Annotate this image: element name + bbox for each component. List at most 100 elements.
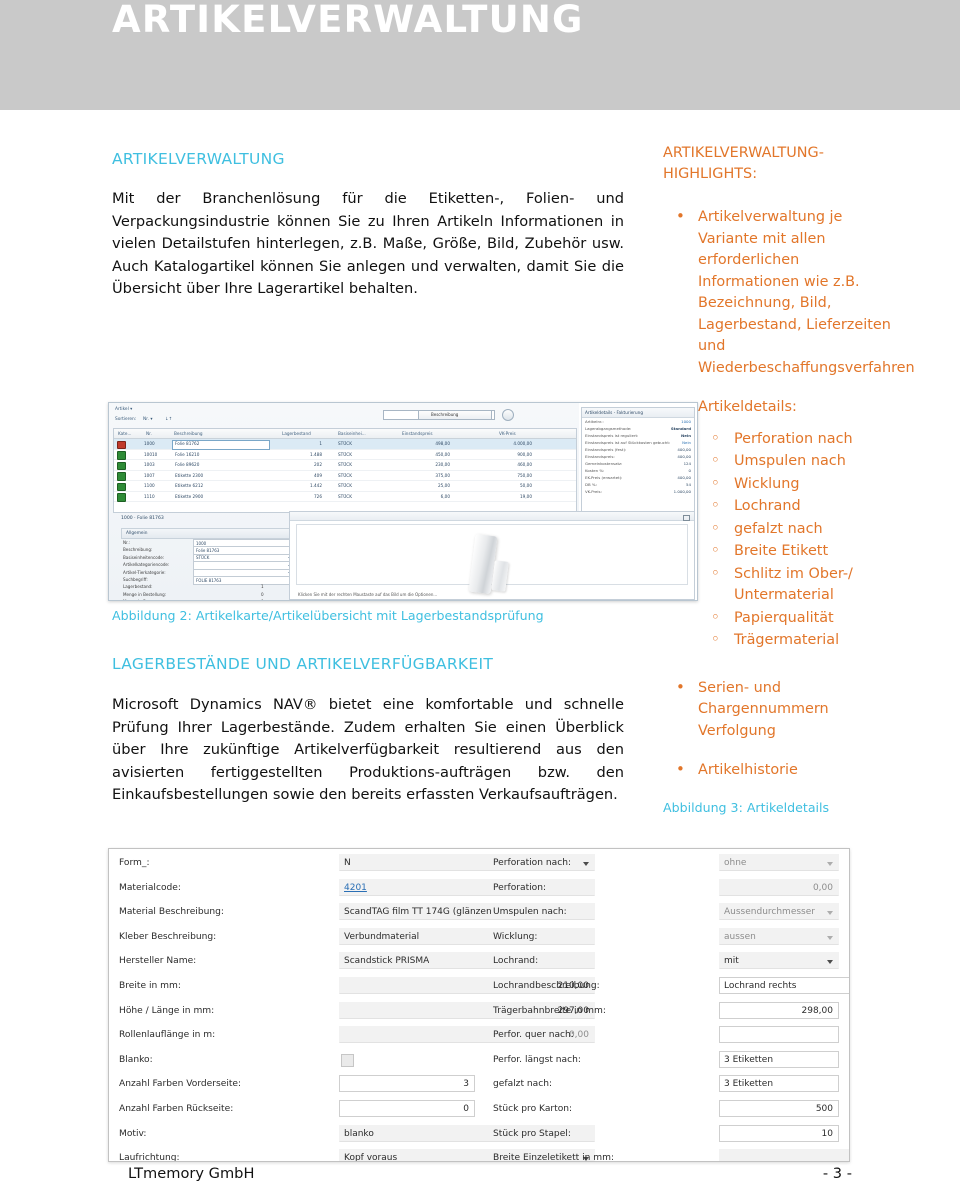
field-value: mit [724,956,739,967]
field-perfor-quer-nach[interactable] [719,1026,839,1044]
sub-item-perforation-nach: Perforation nach [698,428,899,451]
figure2-tab-label: Allgemein [126,530,148,536]
label-lochrand: Lochrand: [493,956,539,967]
field-value: aussen [724,931,756,942]
cell-nr: 1110 [144,493,155,499]
table-row[interactable]: 1003 Folie 89620 202 STÜCK 230,00 460,00 [114,460,576,471]
cell-einstandspreis: 498,00 [435,441,450,446]
field-value: Aussendurchmesser [724,907,815,918]
table-row[interactable]: 1110 Etikette 2900 726 STÜCK 6,00 19,00 [114,492,576,502]
figure2-factbox-row: Lagerabgangsmethode: Standard [582,425,694,432]
cell-vkpreis: 19,00 [520,493,532,499]
figure2-help-icon[interactable] [502,409,514,421]
field-lochrandbeschreibung[interactable]: Lochrand rechts [719,976,849,994]
highlight-item-3: Serien- und Chargennummern Verfolgung [663,677,899,743]
factbox-label: Artikelnr.: [585,418,604,424]
factbox-label: Einstandspreis ist reguliert: [585,432,639,438]
figure2-factbox-row: Kosten %: 0 [582,467,694,474]
figure2-factbox-fakturierung: Artikeldetails - Fakturierung Artikelnr.… [581,407,695,513]
form-row-perfor-laengst-nach: Perfor. längst nach: 3 Etiketten [491,1050,843,1075]
form-row-gefalzt-nach: gefalzt nach: 3 Etiketten [491,1074,843,1099]
field-farben-vorderseite[interactable]: 3 [339,1075,475,1093]
figure2-caption: Abbildung 2: Artikelkarte/Artikelübersic… [112,608,544,623]
cell-einstandspreis: 450,00 [435,451,450,457]
field-perforation-nach[interactable]: ohne [719,854,839,871]
factbox-label: Einstandspreis (fest): [585,446,627,452]
table-row[interactable]: 1100 Etikette 6212 1.442 STÜCK 25,00 50,… [114,481,576,492]
field-value: Lochrand rechts [724,980,797,991]
label-hoehe-laenge-mm: Höhe / Länge in mm: [119,1005,215,1016]
figure2-record-caption: 1000 · Folie 81763 [121,516,164,521]
field-farben-rueckseite[interactable]: 0 [339,1099,475,1117]
label-perforation-nach: Perforation nach: [493,858,572,868]
field-gefalzt-nach[interactable]: 3 Etiketten [719,1075,839,1093]
cell-lagerbestand: 1.442 [310,483,322,488]
figure2-search-field-dropdown[interactable]: Beschreibung [418,410,492,420]
figure2-sort-direction[interactable]: ↓↑ [165,417,172,422]
field-lochrand[interactable]: mit [719,952,839,970]
form-row-rollenlauflaenge: Rollenlauflänge in m: 0,00 [117,1025,595,1050]
form-row-wicklung: Wicklung: aussen [491,927,843,952]
label-perfor-laengst-nach: Perfor. längst nach: [493,1054,581,1065]
field-value: Kopf voraus [344,1153,398,1162]
field-value: 4201 [344,882,367,893]
cell-basiseinheit: STÜCK [338,493,352,499]
factbox-value: Nein [682,439,691,445]
figure2-factbox-row: Gemeinkostensatz: 124 [582,460,694,467]
cell-einstandspreis: 6,00 [440,493,450,499]
figure2-field-text: STÜCK [196,555,210,561]
figure2-picture-canvas [296,524,688,595]
form-row-perforation: Perforation: 0,00 [491,878,843,903]
cell-beschreibung: Etikette 2900 [175,493,204,499]
field-stueck-pro-karton[interactable]: 500 [719,1099,839,1117]
field-traegerbahnbreite[interactable]: 298,00 [719,1001,839,1019]
highlight-item-2-label: Artikeldetails: [698,399,797,415]
figure2-factbox-row: Einstandspreis (fest): 400,00 [582,446,694,453]
cell-einstandspreis: 25,00 [438,483,450,488]
figure2-field-label-artikelkategoriencode: Artikelkategoriencode: [123,562,170,568]
figure3-caption: Abbildung 3: Artikeldetails [663,799,830,815]
label-traegerbahnbreite: Trägerbahnbreite in mm: [493,1005,606,1016]
form-row-breite-einzeletikett: Breite Einzeletikett in mm: 0,00 [491,1148,849,1161]
field-breite-einzeletikett[interactable]: 0,00 [719,1149,849,1161]
sub-item-schlitz-ober-untermaterial: Schlitz im Ober-/ Untermaterial [698,563,899,607]
figure2-factbox-row: Artikelnr.: 1000 [582,418,694,425]
highlights-heading: ARTIKELVERWALTUNG-HIGHLIGHTS: [663,145,824,182]
label-blanko: Blanko: [119,1054,153,1065]
field-perfor-laengst-nach[interactable]: 3 Etiketten [719,1050,839,1068]
label-breite-mm: Breite in mm: [119,980,181,991]
table-row[interactable]: 10010 Folie 16210 1.488 STÜCK 450,00 900… [114,450,576,460]
table-row[interactable]: 1007 Etikette 2300 409 STÜCK 375,00 750,… [114,471,576,481]
figure2-picture-titlebar[interactable] [290,512,694,521]
right-column-highlights: ARTIKELVERWALTUNG-HIGHLIGHTS: Artikelver… [663,143,915,815]
cell-beschreibung: Folie 89620 [175,462,200,467]
field-stueck-pro-stapel[interactable]: 10 [719,1124,839,1142]
figure2-article-grid[interactable]: Kate... Nr. Beschreibung Lagerbestand Ba… [113,428,577,513]
cell-vkpreis: 900,00 [517,451,532,457]
left-column: ARTIKELVERWALTUNG Mit der Branchenlösung… [112,150,624,301]
cell-basiseinheit: STÜCK [338,472,352,478]
factbox-label: Einstandspreis ist auf Stückkosten gebuc… [585,439,671,445]
field-perforation[interactable]: 0,00 [719,878,839,896]
checkbox-blanko[interactable] [341,1053,354,1067]
label-lochrandbeschreibung: Lochrandbeschreibung: [493,980,600,991]
figure2-factbox-title: Artikeldetails - Fakturierung [585,409,643,415]
label-perforation: Perforation: [493,882,547,893]
cell-nr: 1003 [144,462,155,467]
field-value: 3 Etiketten [724,1054,774,1065]
status-indicator-icon [117,493,126,502]
field-umspulen-nach[interactable]: Aussendurchmesser [719,903,839,921]
figure2-col-beschreibung: Beschreibung [174,430,203,436]
field-wicklung[interactable]: aussen [719,927,839,945]
table-row[interactable]: 1000 Folie 81762 1 STÜCK 498,00 4.000,00 [114,439,576,450]
figure2-field-label-artikeltierkategorie: Artikel-Tierkategorie: [123,569,166,575]
cell-einstandspreis: 230,00 [435,462,450,467]
figure2-field-text: Folie 81763 [196,547,220,553]
document-page: ARTIKELVERWALTUNG ARTIKELVERWALTUNG Mit … [0,0,960,1193]
figure2-sort-field[interactable]: Nr. ▾ [143,417,152,422]
factbox-label: EK-Preis (erwartet): [585,474,623,480]
figure2-field-label-basiseinheitencode: Basiseinheitencode: [123,554,165,560]
figure2-col-einstandspreis: Einstandspreis [402,430,433,436]
label-stueck-pro-stapel: Stück pro Stapel: [493,1128,571,1139]
cell-vkpreis: 50,00 [520,483,532,488]
